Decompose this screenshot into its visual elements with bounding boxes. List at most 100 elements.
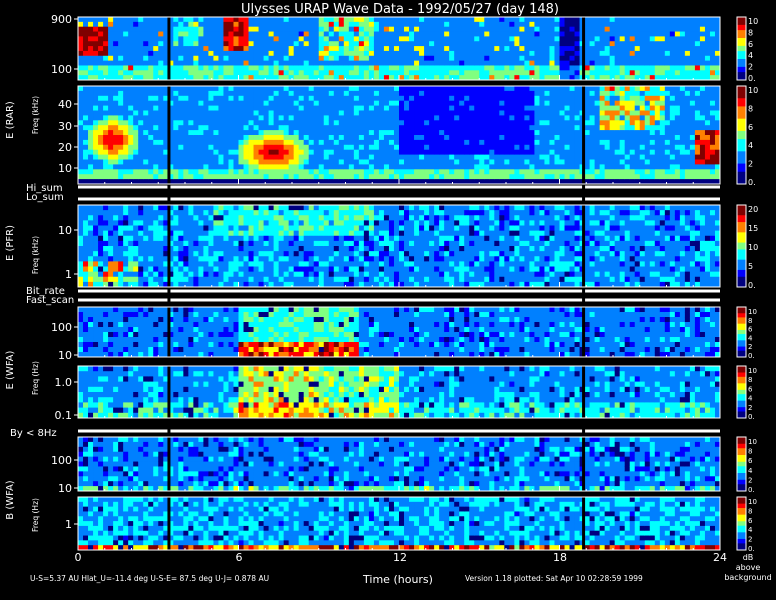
heatmap-cell xyxy=(253,100,259,106)
heatmap-cell xyxy=(709,55,716,62)
heatmap-cell xyxy=(559,90,565,97)
heatmap-cell xyxy=(684,70,691,76)
heatmap-cell xyxy=(248,105,254,111)
heatmap-cell xyxy=(153,144,159,151)
heatmap-cell xyxy=(123,115,129,121)
heatmap-cell xyxy=(353,86,360,92)
heatmap-cell xyxy=(198,41,204,47)
heatmap-cell xyxy=(519,144,525,151)
heatmap-cell xyxy=(253,50,259,57)
heatmap-cell xyxy=(198,60,204,66)
heatmap-cell xyxy=(258,65,264,71)
heatmap-cell xyxy=(368,169,375,175)
heatmap-cell xyxy=(534,70,540,76)
heatmap-cell xyxy=(348,70,355,76)
heatmap-cell xyxy=(358,21,365,28)
heatmap-cell xyxy=(283,17,290,23)
heatmap-cell xyxy=(534,46,540,52)
heatmap-cell xyxy=(699,70,706,76)
heatmap-cell xyxy=(484,110,490,116)
heatmap-cell xyxy=(333,154,340,160)
heatmap-cell xyxy=(664,100,671,106)
heatmap-cell xyxy=(449,86,455,92)
heatmap-cell xyxy=(604,125,611,131)
heatmap-cell xyxy=(514,135,520,141)
heatmap-cell xyxy=(684,164,691,170)
heatmap-cell xyxy=(238,86,244,92)
heatmap-cell xyxy=(308,169,315,175)
heatmap-cell xyxy=(383,135,390,141)
heatmap-cell xyxy=(88,144,94,151)
heatmap-cell xyxy=(589,50,596,57)
heatmap-cell xyxy=(173,135,179,141)
heatmap-cell xyxy=(399,60,405,66)
heatmap-cell xyxy=(298,149,305,155)
heatmap-cell xyxy=(404,110,410,116)
heatmap-cell xyxy=(128,246,134,252)
heatmap-cell xyxy=(213,65,219,71)
heatmap-cell xyxy=(108,256,114,262)
strip-label-by-8hz: By < 8Hz xyxy=(10,428,57,439)
heatmap-cell xyxy=(223,276,229,283)
heatmap-cell xyxy=(564,95,570,102)
heatmap-cell xyxy=(388,110,395,116)
heatmap-cell xyxy=(198,110,204,116)
heatmap-cell xyxy=(634,154,641,160)
heatmap-cell xyxy=(198,169,204,175)
heatmap-cell xyxy=(183,169,189,175)
heatmap-cell xyxy=(444,154,450,160)
heatmap-cell xyxy=(689,50,696,57)
heatmap-cell xyxy=(183,95,189,102)
heatmap-cell xyxy=(238,55,244,62)
heatmap-cell xyxy=(604,86,611,92)
heatmap-cell xyxy=(609,110,616,116)
heatmap-cell xyxy=(208,125,214,131)
heatmap-cell xyxy=(143,235,149,242)
heatmap-cell xyxy=(429,154,435,160)
heatmap-cell xyxy=(198,95,204,102)
heatmap-cell xyxy=(494,31,500,37)
heatmap-cell xyxy=(188,120,194,126)
heatmap-cell xyxy=(489,95,495,102)
heatmap-cell xyxy=(238,95,244,102)
heatmap-cell xyxy=(594,110,601,116)
heatmap-cell xyxy=(604,26,611,32)
heatmap-cell xyxy=(534,105,540,111)
heatmap-cell xyxy=(218,174,224,180)
heatmap-cell xyxy=(674,26,681,32)
heatmap-cell xyxy=(198,261,204,267)
heatmap-cell xyxy=(118,135,124,141)
heatmap-cell xyxy=(699,31,706,37)
heatmap-cell xyxy=(183,130,189,136)
heatmap-cell xyxy=(669,135,676,141)
heatmap-cell xyxy=(128,50,134,57)
heatmap-cell xyxy=(108,100,114,106)
heatmap-cell xyxy=(469,65,475,71)
heatmap-cell xyxy=(399,95,405,102)
heatmap-cell xyxy=(434,139,440,146)
heatmap-cell xyxy=(489,154,495,160)
heatmap-cell xyxy=(654,17,661,23)
heatmap-cell xyxy=(419,46,425,52)
heatmap-cell xyxy=(464,90,470,97)
heatmap-cell xyxy=(544,144,550,151)
heatmap-cell xyxy=(469,144,475,151)
heatmap-cell xyxy=(138,256,144,262)
heatmap-cell xyxy=(664,125,671,131)
heatmap-cell xyxy=(689,65,696,71)
heatmap-cell xyxy=(343,144,350,151)
heatmap-cell xyxy=(288,115,295,121)
heatmap-cell xyxy=(439,144,445,151)
heatmap-cell xyxy=(113,276,119,283)
heatmap-cell xyxy=(449,169,455,175)
heatmap-cell xyxy=(213,31,219,37)
heatmap-cell xyxy=(248,60,254,66)
heatmap-cell xyxy=(233,149,239,155)
heatmap-cell xyxy=(629,65,636,71)
heatmap-cell xyxy=(674,115,681,121)
heatmap-cell xyxy=(564,100,570,106)
heatmap-cell xyxy=(278,115,285,121)
heatmap-cell xyxy=(388,17,395,23)
heatmap-cell xyxy=(564,149,570,155)
heatmap-cell xyxy=(388,120,395,126)
